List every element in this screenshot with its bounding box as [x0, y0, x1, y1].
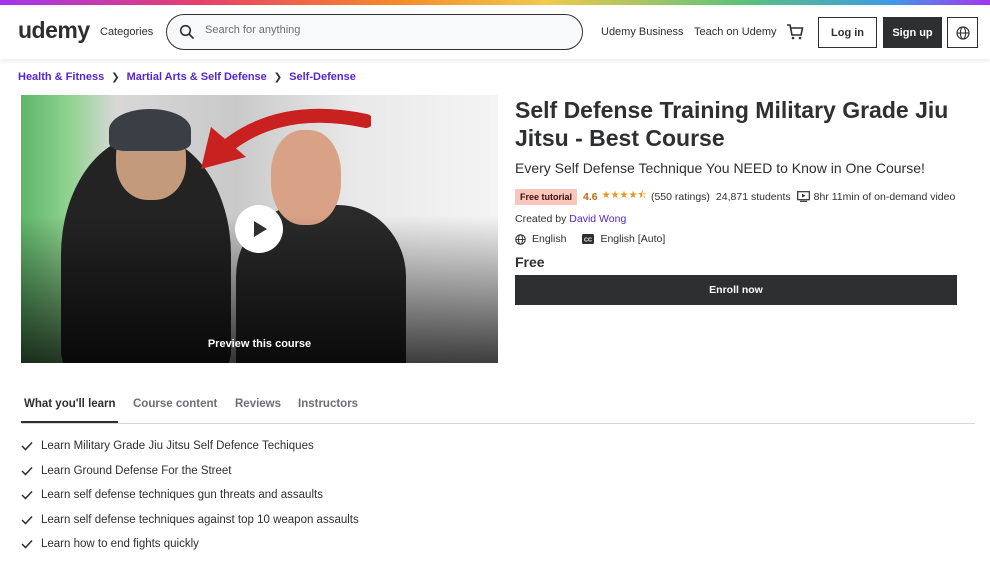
chevron-right-icon: ❯	[111, 71, 120, 83]
learn-item-text: Learn Ground Defense For the Street	[41, 464, 232, 477]
breadcrumb-self-defense[interactable]: Self-Defense	[289, 71, 356, 83]
list-item: Learn Military Grade Jiu Jitsu Self Defe…	[21, 434, 359, 459]
students-count: 24,871 students	[715, 190, 791, 203]
language-row: English CC English [Auto]	[515, 233, 665, 245]
course-price: Free	[515, 254, 545, 270]
breadcrumb-martial-arts[interactable]: Martial Arts & Self Defense	[127, 71, 267, 83]
learn-item-text: Learn self defense techniques gun threat…	[41, 489, 323, 502]
list-item: Learn self defense techniques against to…	[21, 508, 359, 533]
categories-link[interactable]: Categories	[100, 26, 153, 38]
list-item: Learn how to end fights quickly	[21, 532, 359, 557]
course-preview-video[interactable]: Preview this course	[21, 95, 498, 363]
list-item: Learn self defense techniques gun threat…	[21, 483, 359, 508]
globe-icon	[515, 233, 526, 245]
breadcrumb: Health & Fitness ❯ Martial Arts & Self D…	[18, 71, 356, 83]
what-youll-learn-list: Learn Military Grade Jiu Jitsu Self Defe…	[21, 434, 359, 557]
search-bar[interactable]	[166, 14, 583, 50]
course-meta-row: Free tutorial 4.6 ★★★★⯪ (550 ratings) 24…	[515, 188, 955, 205]
checkmark-icon	[21, 540, 33, 549]
learn-item-text: Learn how to end fights quickly	[41, 538, 199, 551]
learn-item-text: Learn self defense techniques against to…	[41, 513, 359, 526]
rating-value: 4.6	[583, 190, 598, 203]
svg-text:CC: CC	[584, 237, 592, 243]
list-item: Learn Ground Defense For the Street	[21, 459, 359, 484]
video-length: 8hr 11min of on-demand video	[813, 190, 956, 203]
tab-instructors[interactable]: Instructors	[298, 398, 358, 410]
checkmark-icon	[21, 515, 33, 525]
udemy-business-link[interactable]: Udemy Business	[601, 26, 684, 38]
signup-button[interactable]: Sign up	[883, 17, 942, 48]
play-icon	[254, 221, 267, 237]
checkmark-icon	[21, 466, 33, 476]
login-button[interactable]: Log in	[818, 17, 877, 48]
created-by-label: Created by	[515, 213, 567, 225]
search-input[interactable]	[205, 24, 565, 36]
tab-course-content[interactable]: Course content	[133, 398, 217, 410]
ratings-count[interactable]: (550 ratings)	[651, 191, 710, 203]
enroll-now-button[interactable]: Enroll now	[515, 275, 957, 305]
closed-captions-icon: CC	[582, 234, 595, 244]
course-tabs: What you'll learn Course content Reviews…	[21, 394, 975, 424]
globe-icon	[955, 25, 970, 40]
active-tab-indicator	[21, 421, 118, 423]
free-tutorial-badge: Free tutorial	[515, 188, 578, 205]
chevron-right-icon: ❯	[273, 71, 283, 83]
video-icon	[796, 191, 810, 202]
learn-item-text: Learn Military Grade Jiu Jitsu Self Defe…	[41, 440, 314, 453]
breadcrumb-health-fitness[interactable]: Health & Fitness	[18, 71, 104, 83]
tab-what-youll-learn[interactable]: What you'll learn	[24, 398, 116, 410]
checkmark-icon	[21, 442, 33, 451]
shopping-cart-icon[interactable]	[786, 23, 804, 41]
star-rating-icon: ★★★★⯪	[601, 190, 647, 201]
created-by-row: Created by David Wong	[515, 213, 626, 225]
language-button[interactable]	[947, 17, 978, 48]
top-header: udemy Categories Udemy Business Teach on…	[0, 5, 990, 59]
play-button[interactable]	[235, 205, 283, 253]
udemy-logo[interactable]: udemy	[18, 17, 90, 44]
course-captions: English [Auto]	[600, 233, 666, 245]
checkmark-icon	[21, 491, 33, 500]
course-language: English	[532, 233, 567, 245]
search-icon[interactable]	[179, 24, 195, 40]
course-subtitle: Every Self Defense Technique You NEED to…	[515, 160, 925, 176]
instructor-link[interactable]: David Wong	[569, 213, 626, 225]
preview-course-label[interactable]: Preview this course	[21, 338, 498, 350]
teach-on-udemy-link[interactable]: Teach on Udemy	[694, 26, 777, 38]
course-title: Self Defense Training Military Grade Jiu…	[515, 97, 949, 151]
tab-reviews[interactable]: Reviews	[235, 398, 281, 410]
